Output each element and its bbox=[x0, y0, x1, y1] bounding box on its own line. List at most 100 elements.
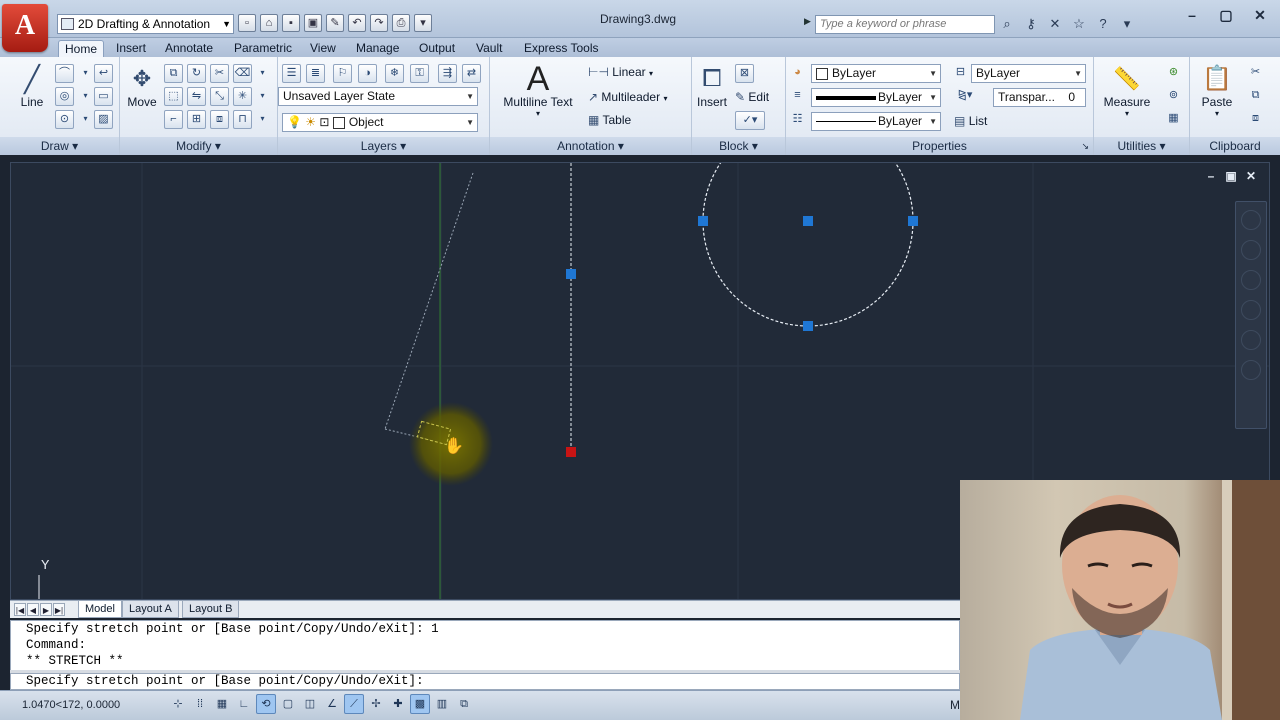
communication-icon[interactable]: ✕ bbox=[1046, 15, 1064, 33]
linetype-dropdown[interactable]: ByLayer ▼ bbox=[811, 112, 941, 131]
tab-manage[interactable]: Manage bbox=[350, 40, 405, 57]
grid-display-icon[interactable]: ▦ bbox=[212, 694, 232, 714]
tab-layout-b[interactable]: Layout B bbox=[182, 601, 240, 618]
create-block-icon[interactable]: ⊠ bbox=[735, 64, 754, 83]
lineweight-toggle-icon[interactable]: ✚ bbox=[388, 694, 408, 714]
save-as-icon[interactable]: ▣ bbox=[304, 14, 322, 32]
model-space-label[interactable]: M bbox=[950, 698, 960, 712]
chevron-down-icon[interactable]: ▾ bbox=[414, 14, 432, 32]
quick-select-icon[interactable]: ⊛ bbox=[1164, 64, 1183, 83]
layer-isolate-icon[interactable]: ⚐ bbox=[333, 64, 352, 83]
dynamic-input-icon[interactable]: ✢ bbox=[366, 694, 386, 714]
attribute-icon[interactable]: ✓▾ bbox=[735, 111, 765, 130]
trim-icon[interactable]: ✂ bbox=[210, 64, 229, 83]
restore-icon[interactable]: ▢ bbox=[1216, 6, 1236, 24]
layer-walk-icon[interactable]: ⇶ bbox=[438, 64, 457, 83]
rotate-icon[interactable]: ↻ bbox=[187, 64, 206, 83]
fillet-icon[interactable]: ⌐ bbox=[164, 110, 183, 129]
line-button[interactable]: ╱ Line bbox=[12, 63, 52, 109]
mirror-icon[interactable]: ⇋ bbox=[187, 87, 206, 106]
layer-merge-icon[interactable]: ⇄ bbox=[462, 64, 481, 83]
array-icon[interactable]: ⊞ bbox=[187, 110, 206, 129]
edit-block-button[interactable]: ✎ Edit bbox=[735, 90, 769, 104]
redo-icon[interactable]: ↷ bbox=[370, 14, 388, 32]
object-snap-tracking-icon[interactable]: ∠ bbox=[322, 694, 342, 714]
clipboard-panel-title[interactable]: Clipboard bbox=[1190, 137, 1280, 155]
layer-properties-icon[interactable]: ☰ bbox=[282, 64, 301, 83]
offset-icon[interactable]: ⧈ bbox=[210, 110, 229, 129]
snap-mode-icon[interactable]: ⁞⁞ bbox=[190, 694, 210, 714]
tab-vault[interactable]: Vault bbox=[470, 40, 508, 57]
rectangle-icon[interactable]: ▭ bbox=[94, 87, 113, 106]
selected-circle[interactable] bbox=[702, 163, 914, 327]
favorites-star-icon[interactable]: ☆ bbox=[1070, 15, 1088, 33]
color-dropdown[interactable]: ByLayer ▼ bbox=[811, 64, 941, 83]
transparency-icon[interactable]: ⧎▾ bbox=[951, 87, 979, 106]
layer-state-dropdown[interactable]: Unsaved Layer State ▼ bbox=[278, 87, 478, 106]
layer-lock-icon[interactable]: ⚿ bbox=[410, 64, 429, 83]
object-snap-icon[interactable]: ▢ bbox=[278, 694, 298, 714]
transparency-field[interactable]: Transpar... 0 bbox=[993, 88, 1086, 107]
plot-style-dropdown[interactable]: ByLayer ▼ bbox=[971, 64, 1086, 83]
chevron-down-icon[interactable]: ▾ bbox=[76, 64, 95, 83]
tab-parametric[interactable]: Parametric bbox=[228, 40, 298, 57]
circle-icon[interactable]: ◎ bbox=[55, 87, 74, 106]
chevron-down-icon[interactable]: ▾ bbox=[253, 64, 272, 83]
linear-dimension-button[interactable]: ⊢⊣ Linear ▾ bbox=[588, 65, 653, 79]
polar-tracking-icon[interactable]: ⟲ bbox=[256, 694, 276, 714]
select-similar-icon[interactable]: ⊚ bbox=[1164, 87, 1183, 106]
chevron-down-icon[interactable]: ▾ bbox=[76, 110, 95, 129]
previous-layout-icon[interactable]: ◀ bbox=[27, 603, 39, 616]
hatch-icon[interactable]: ▨ bbox=[94, 110, 113, 129]
match-properties-icon[interactable]: ⊟ bbox=[951, 64, 970, 83]
table-button[interactable]: ▦ Table bbox=[588, 113, 631, 127]
linetype-icon[interactable]: ☷ bbox=[788, 111, 807, 130]
tab-layout-a[interactable]: Layout A bbox=[122, 601, 179, 618]
layer-dropdown[interactable]: 💡 ☀ ⊡ Object ▼ bbox=[282, 113, 478, 132]
tab-insert[interactable]: Insert bbox=[110, 40, 152, 57]
circle-right-quadrant-grip[interactable] bbox=[908, 216, 918, 226]
tab-view[interactable]: View bbox=[304, 40, 342, 57]
fillet-icon[interactable]: ↩ bbox=[94, 64, 113, 83]
copy-icon[interactable]: ⧉ bbox=[164, 64, 183, 83]
zoom-icon[interactable] bbox=[1241, 300, 1261, 320]
join-icon[interactable]: ⊓ bbox=[233, 110, 252, 129]
cut-icon[interactable]: ✂ bbox=[1246, 64, 1265, 83]
new-icon[interactable]: ▫ bbox=[238, 14, 256, 32]
open-icon[interactable]: ⌂ bbox=[260, 14, 278, 32]
next-layout-icon[interactable]: ▶ bbox=[40, 603, 52, 616]
last-layout-icon[interactable]: ▶| bbox=[53, 603, 65, 616]
save-icon[interactable]: ▪ bbox=[282, 14, 300, 32]
circle-left-quadrant-grip[interactable] bbox=[698, 216, 708, 226]
annotation-panel-title[interactable]: Annotation ▾ bbox=[490, 137, 691, 155]
chevron-down-icon[interactable]: ▾ bbox=[253, 110, 272, 129]
restore-icon[interactable]: ▣ bbox=[1225, 169, 1237, 183]
chevron-down-icon[interactable]: ▾ bbox=[253, 87, 272, 106]
help-icon[interactable]: ? bbox=[1094, 15, 1112, 33]
minimize-icon[interactable]: – bbox=[1182, 6, 1202, 24]
stretch-icon[interactable]: ⬚ bbox=[164, 87, 183, 106]
close-icon[interactable]: ✕ bbox=[1250, 6, 1270, 24]
edit-icon[interactable]: ✎ bbox=[326, 14, 344, 32]
scale-icon[interactable]: ⤡ bbox=[210, 87, 229, 106]
line-midpoint-grip[interactable] bbox=[566, 269, 576, 279]
transparency-toggle-icon[interactable]: ▩ bbox=[410, 694, 430, 714]
coordinate-readout[interactable]: 1.0470<172, 0.0000 bbox=[22, 699, 120, 711]
navbar-settings-icon[interactable] bbox=[1241, 360, 1261, 380]
layers-panel-title[interactable]: Layers ▾ bbox=[278, 137, 489, 155]
search-icon[interactable]: ⌕ bbox=[998, 15, 1016, 33]
explode-icon[interactable]: ✳ bbox=[233, 87, 252, 106]
workspace-dropdown[interactable]: 2D Drafting & Annotation ▼ bbox=[57, 14, 234, 34]
move-button[interactable]: ✥ Move bbox=[122, 63, 162, 109]
search-expand-icon[interactable]: ▶ bbox=[804, 16, 811, 27]
3d-object-snap-icon[interactable]: ◫ bbox=[300, 694, 320, 714]
infer-constraints-icon[interactable]: ⊹ bbox=[168, 694, 188, 714]
search-input[interactable]: Type a keyword or phrase bbox=[815, 15, 995, 34]
dynamic-ucs-icon[interactable]: ⟋ bbox=[344, 694, 364, 714]
chevron-down-icon[interactable]: ▾ bbox=[76, 87, 95, 106]
copy-clip-icon[interactable]: ⧉ bbox=[1246, 87, 1265, 106]
copy-with-basepoint-icon[interactable]: ⧈ bbox=[1246, 110, 1265, 129]
chevron-down-icon[interactable]: ▾ bbox=[1118, 15, 1136, 33]
selection-cycling-icon[interactable]: ⧉ bbox=[454, 694, 474, 714]
tab-express-tools[interactable]: Express Tools bbox=[518, 40, 604, 57]
